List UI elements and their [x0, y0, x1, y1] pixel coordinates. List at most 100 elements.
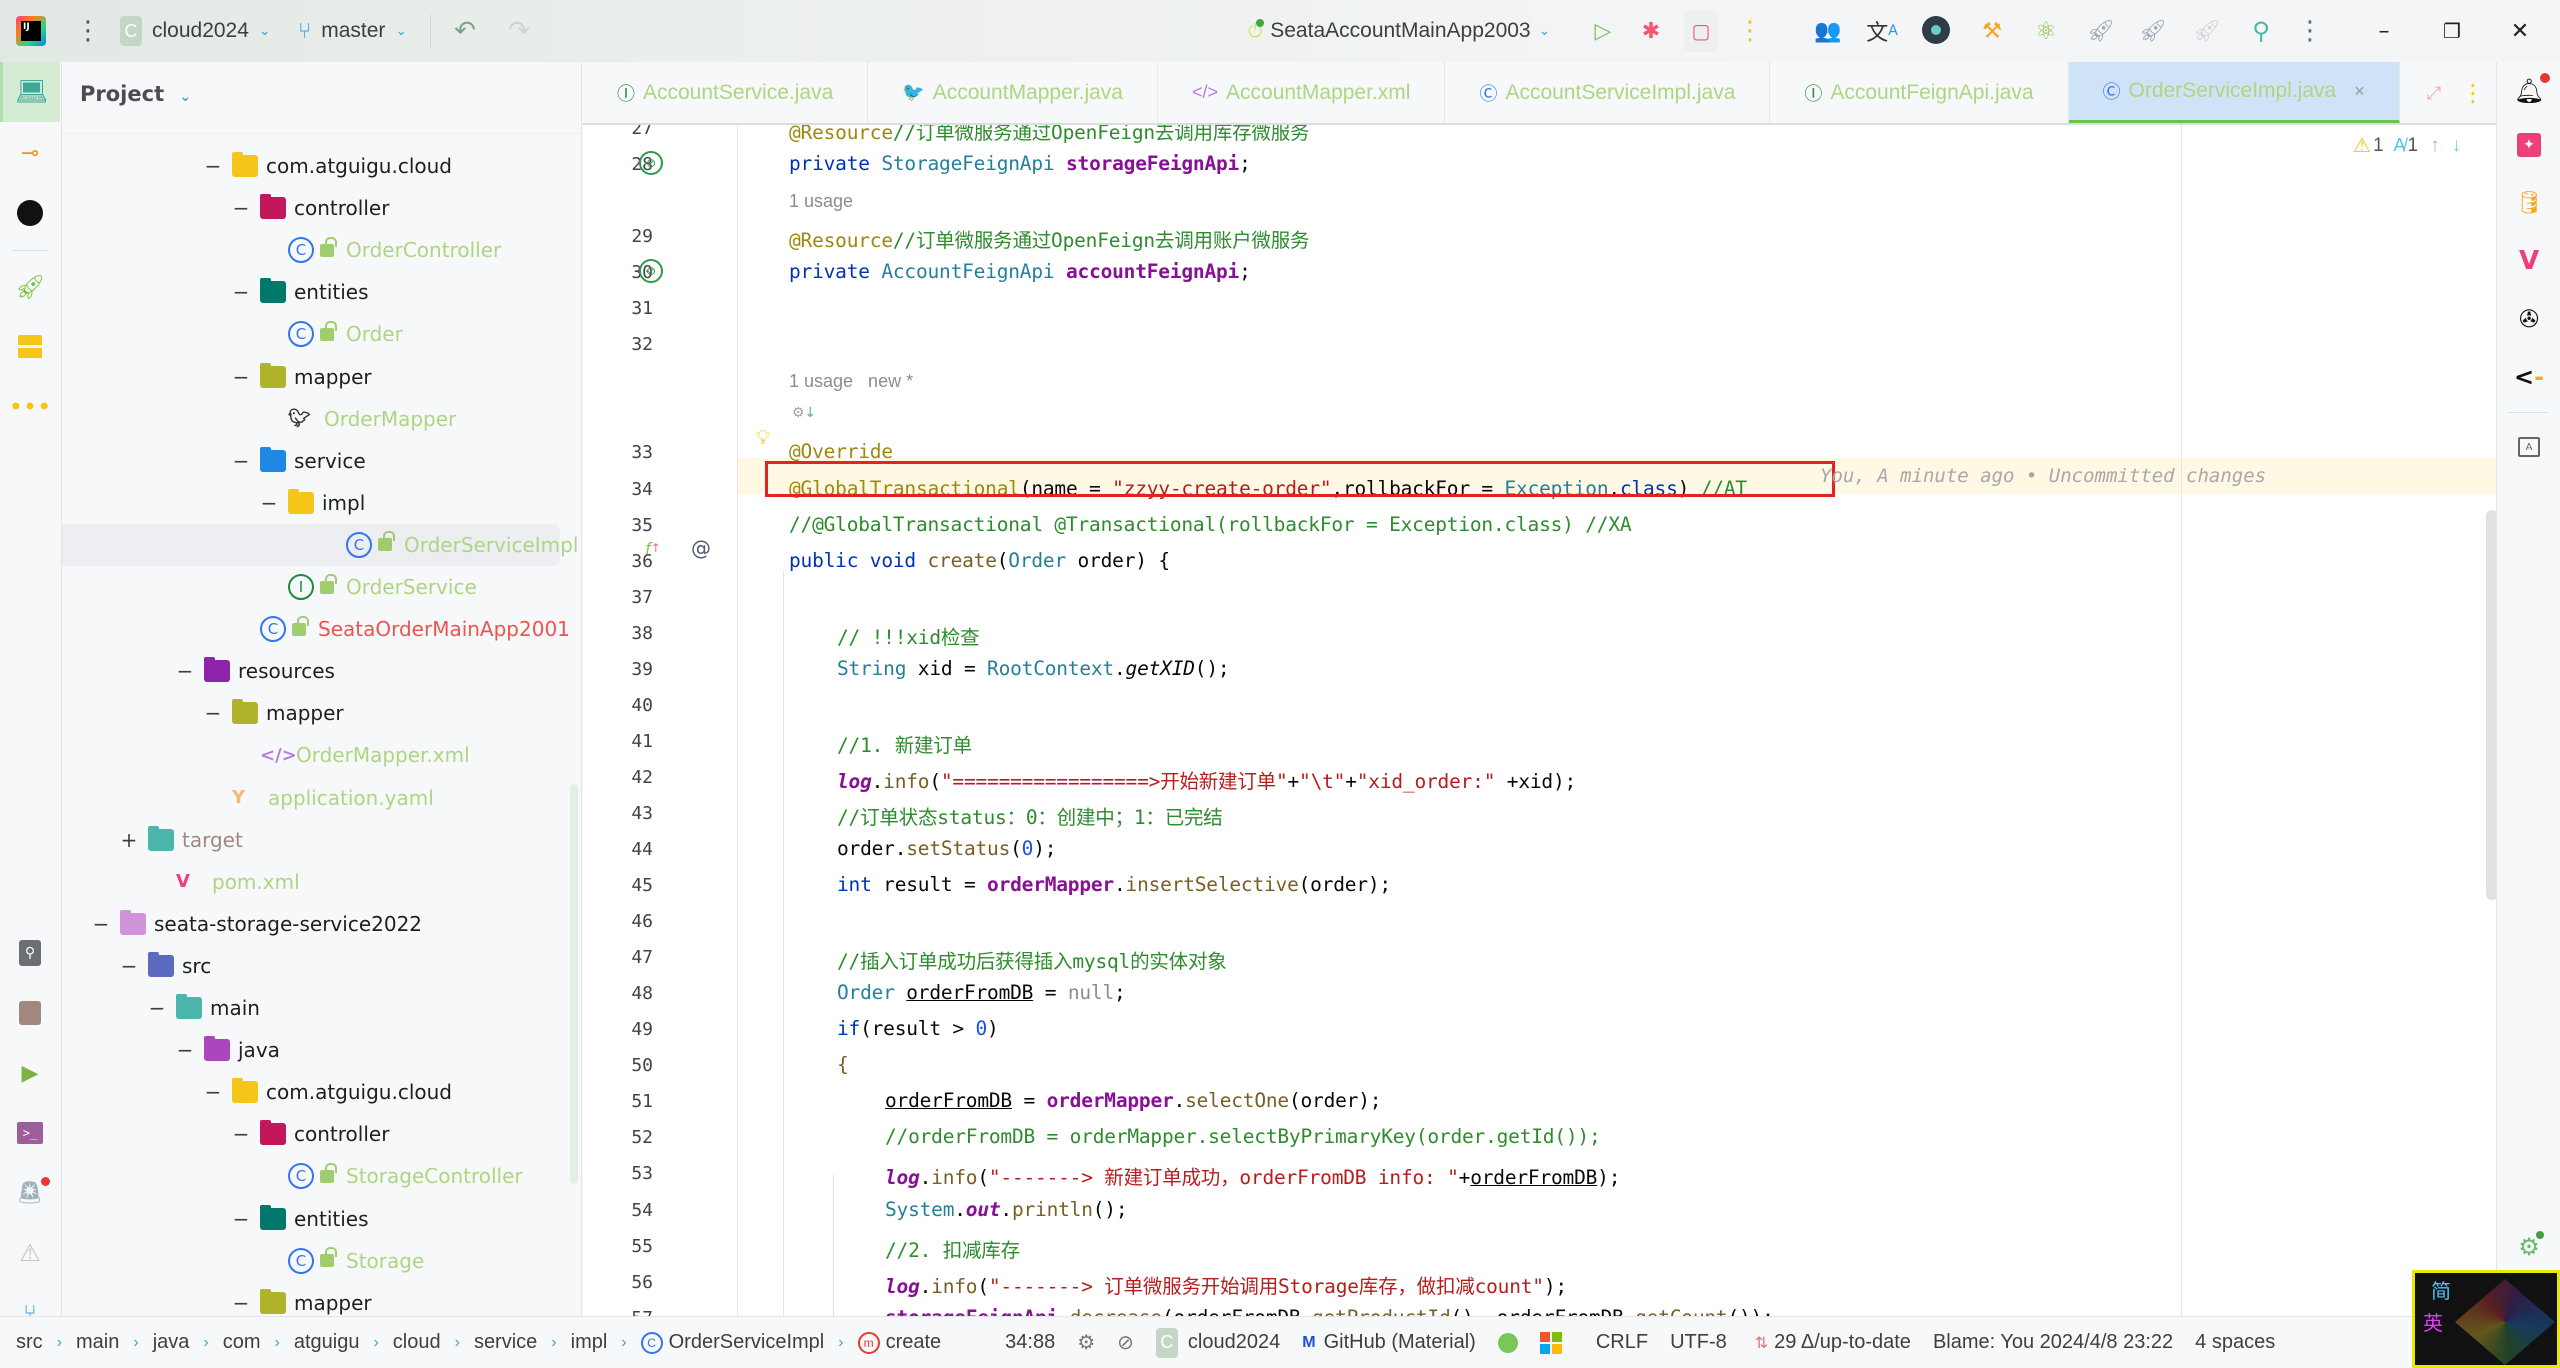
line-number[interactable]: 31: [603, 298, 653, 319]
line-number[interactable]: 44: [603, 839, 653, 860]
code-line[interactable]: System.out.println();: [885, 1198, 1128, 1221]
vcs-status[interactable]: ⇅ 29 Δ/up-to-date: [1755, 1331, 1911, 1354]
notifications-button[interactable]: 🔔︎: [2497, 66, 2560, 116]
collapse-icon[interactable]: −: [230, 1291, 252, 1315]
tree-item[interactable]: C StorageController: [258, 1155, 523, 1197]
editor-tab[interactable]: Ⓘ AccountService.java: [583, 62, 869, 123]
code-line[interactable]: //1. 新建订单: [837, 729, 972, 758]
line-number[interactable]: 56: [603, 1272, 653, 1293]
implements-method-icon[interactable]: f ↑: [641, 536, 665, 560]
run-icon[interactable]: ▷: [1588, 14, 1618, 48]
project-panel-header[interactable]: Project ⌄: [80, 82, 191, 106]
line-number[interactable]: 47: [603, 947, 653, 968]
line-separator[interactable]: CRLF: [1596, 1331, 1648, 1354]
breadcrumb-item[interactable]: create: [886, 1331, 942, 1354]
line-number[interactable]: 54: [603, 1200, 653, 1221]
editor-tab[interactable]: Ⓒ AccountServiceImpl.java: [1445, 62, 1771, 123]
more-actions-icon[interactable]: ⋮: [1737, 14, 1763, 48]
code-editor[interactable]: 27 @Resource//订单微服务通过OpenFeign去调用库存微服务 28 p…: [583, 125, 2496, 1316]
more-tools-button[interactable]: •••: [0, 378, 60, 436]
maximize-editor-icon[interactable]: ⤢: [2419, 76, 2449, 110]
tree-item[interactable]: C OrderController: [258, 229, 501, 271]
restore-window-button[interactable]: ❐: [2432, 14, 2472, 48]
terminal-tool-button[interactable]: >_: [0, 1104, 60, 1162]
commit-tool-button[interactable]: ⊸: [0, 124, 60, 182]
problems-tool-button[interactable]: ⚠: [0, 1224, 60, 1282]
collapse-icon[interactable]: −: [202, 701, 224, 725]
code-line[interactable]: log.info("=================>开始新建订单"+"\t"…: [837, 765, 1576, 794]
bookmarks-tool-button[interactable]: [0, 984, 60, 1042]
editor-tab[interactable]: Ⓒ OrderServiceImpl.java ×: [2068, 62, 2400, 123]
breadcrumb-item[interactable]: cloud: [393, 1331, 441, 1354]
code-line[interactable]: @Resource//订单微服务通过OpenFeign去调用库存微服务: [789, 125, 1310, 145]
alarm-tool-button[interactable]: 🚨︎: [0, 1164, 60, 1222]
ime-indicator[interactable]: 简 英: [2412, 1270, 2560, 1368]
tree-item[interactable]: − mapper: [202, 692, 344, 734]
previous-highlight-icon[interactable]: ↑: [2430, 135, 2440, 157]
tree-item[interactable]: Yapplication.yaml: [202, 777, 434, 819]
tree-item[interactable]: − com.atguigu.cloud: [202, 145, 452, 187]
code-line[interactable]: {: [837, 1053, 849, 1076]
collapse-icon[interactable]: −: [118, 954, 140, 978]
tree-item[interactable]: C OrderServiceImpl: [62, 523, 578, 566]
theme-selector[interactable]: M GitHub (Material): [1302, 1331, 1476, 1354]
code-line[interactable]: //订单状态status：0：创建中；1：已完结: [837, 801, 1223, 830]
editor-tab[interactable]: 🐦 AccountMapper.java: [868, 62, 1158, 123]
no-ai-icon[interactable]: ⊘: [1117, 1330, 1134, 1355]
code-vision-hint[interactable]: 1 usage new *: [789, 371, 913, 392]
code-line[interactable]: //orderFromDB = orderMapper.selectByPrim…: [885, 1125, 1601, 1148]
collapse-icon[interactable]: −: [202, 154, 224, 178]
line-number[interactable]: 41: [603, 731, 653, 752]
jrebel-tool-button[interactable]: 🚀︎: [0, 258, 60, 316]
line-number[interactable]: 35: [603, 515, 653, 536]
leetcode-button[interactable]: <-: [2497, 352, 2560, 402]
collapse-icon[interactable]: −: [230, 449, 252, 473]
collaboration-icon[interactable]: 👥: [1812, 14, 1844, 48]
line-number[interactable]: 43: [603, 803, 653, 824]
editor-tab[interactable]: </> AccountMapper.xml: [1158, 62, 1446, 123]
tree-item[interactable]: C SeataOrderMainApp2001: [230, 608, 570, 650]
tree-item[interactable]: − mapper: [230, 1282, 372, 1316]
code-line[interactable]: private AccountFeignApi accountFeignApi;: [789, 260, 1251, 283]
collapse-icon[interactable]: −: [174, 659, 196, 683]
injected-bean-icon[interactable]: ⊘: [639, 259, 663, 283]
line-number[interactable]: 33: [603, 442, 653, 463]
expand-icon[interactable]: +: [118, 828, 140, 852]
collapse-icon[interactable]: −: [202, 1080, 224, 1104]
line-number[interactable]: 50: [603, 1055, 653, 1076]
main-menu-icon[interactable]: ⋮: [75, 14, 101, 48]
project-status[interactable]: C cloud2024: [1155, 1327, 1280, 1358]
tree-item[interactable]: − controller: [230, 187, 389, 229]
tree-item[interactable]: − entities: [230, 271, 369, 313]
deploy-rocket-3-icon[interactable]: 🚀︎: [2192, 14, 2222, 48]
branch-widget[interactable]: ⑂ master ⌄: [298, 14, 407, 48]
redo-icon[interactable]: ↷: [502, 14, 536, 48]
breadcrumb-item[interactable]: src: [16, 1331, 43, 1354]
collapse-icon[interactable]: −: [174, 1038, 196, 1062]
indent-setting[interactable]: 4 spaces: [2195, 1331, 2275, 1354]
debug-icon[interactable]: ✱: [1636, 14, 1666, 48]
breadcrumb-item[interactable]: com: [223, 1331, 261, 1354]
code-line[interactable]: Order orderFromDB = null;: [837, 981, 1126, 1004]
code-line[interactable]: log.info("-------> 新建订单成功，orderFromDB in…: [885, 1161, 1620, 1190]
code-line[interactable]: public void create(Order order) {: [789, 549, 1170, 572]
collapse-icon[interactable]: −: [258, 491, 280, 515]
breadcrumb-item[interactable]: main: [76, 1331, 119, 1354]
build-tools-icon[interactable]: ⚒: [1976, 14, 2008, 48]
line-number[interactable]: 39: [603, 659, 653, 680]
cursor-position[interactable]: 34:88: [1005, 1331, 1055, 1354]
tree-item[interactable]: </> OrderMapper.xml: [230, 734, 470, 776]
code-line[interactable]: // !!!xid检查: [837, 621, 980, 650]
line-number[interactable]: 55: [603, 1236, 653, 1257]
code-line[interactable]: String xid = RootContext.getXID();: [837, 657, 1230, 680]
code-line[interactable]: if(result > 0): [837, 1017, 999, 1040]
tree-item[interactable]: − main: [146, 987, 260, 1029]
tree-item[interactable]: − seata-storage-service2022: [90, 903, 422, 945]
maven-button[interactable]: V: [2497, 236, 2560, 286]
intention-bulb-icon[interactable]: 💡︎: [751, 425, 775, 449]
collapse-icon[interactable]: −: [230, 365, 252, 389]
line-number[interactable]: 34: [603, 479, 653, 500]
code-vision-hint[interactable]: 1 usage: [789, 191, 853, 212]
close-window-button[interactable]: ✕: [2500, 14, 2540, 48]
tree-item[interactable]: Vpom.xml: [146, 861, 300, 903]
